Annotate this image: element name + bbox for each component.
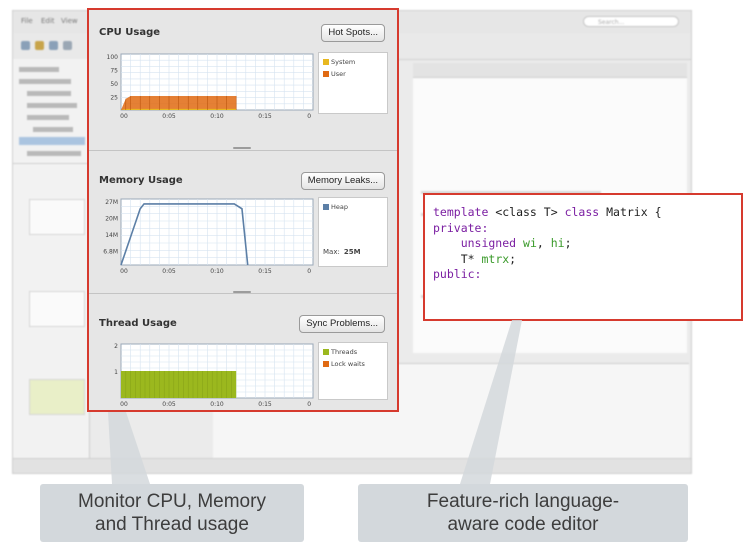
code-line: private:: [433, 221, 741, 237]
x-tick-label: 00: [120, 113, 128, 120]
y-tick-label: 20M: [105, 215, 118, 222]
code-token: ,: [536, 236, 551, 250]
x-tick-label: 0: [307, 113, 311, 120]
x-tick-label: 0:15: [258, 113, 272, 120]
memory-max-readout: Max: 25M: [323, 248, 361, 256]
y-tick-label: 100: [107, 54, 119, 61]
code-token: public:: [433, 267, 482, 281]
code-token: ;: [564, 236, 572, 250]
code-token: <class T>: [495, 205, 565, 219]
new-file-icon[interactable]: [21, 41, 30, 50]
caption-monitor-line1: Monitor CPU, Memory: [78, 491, 266, 512]
x-tick-label: 0:05: [162, 113, 176, 120]
hot-spots-button[interactable]: Hot Spots...: [321, 24, 385, 42]
cpu-usage-title: CPU Usage: [99, 27, 161, 38]
code-token: hi: [550, 236, 565, 250]
caption-editor-line2: aware code editor: [447, 514, 599, 535]
memory-usage-title: Memory Usage: [99, 175, 183, 186]
x-tick-label: 00: [120, 268, 128, 275]
code-token: template: [433, 205, 496, 219]
caption-monitor: Monitor CPU, Memory and Thread usage: [40, 484, 304, 542]
memory-legend: Heap Max: 25M: [318, 197, 388, 267]
profiler-panel: CPU Usage Hot Spots... 100 75 50 25 00 0:05 0:…: [87, 8, 399, 412]
legend-user: User: [323, 70, 346, 78]
y-tick-label: 6.8M: [103, 248, 118, 255]
y-tick-label: 14M: [105, 232, 118, 239]
cpu-usage-chart: 100 75 50 25 00 0:05 0:10 0:15 0: [107, 53, 314, 120]
editor-tabs: [413, 63, 687, 78]
thread-usage-title: Thread Usage: [99, 318, 177, 329]
caption-editor: Feature-rich language- aware code editor: [358, 484, 688, 542]
x-tick-label: 0:05: [162, 401, 176, 408]
thread-legend: Threads Lock waits: [318, 342, 388, 400]
code-line: public:: [433, 267, 741, 283]
code-token: mtrx: [481, 251, 510, 266]
project-navigator: [13, 59, 90, 471]
menu-edit[interactable]: Edit: [41, 17, 55, 25]
caption-editor-line1: Feature-rich language-: [426, 491, 620, 512]
x-tick-label: 0:05: [162, 268, 176, 275]
legend-user-swatch: [323, 71, 329, 77]
mini-cpu-chart: [29, 199, 85, 235]
x-tick-label: 0:10: [210, 401, 224, 408]
legend-lock-waits: Lock waits: [323, 360, 365, 368]
legend-threads: Threads: [323, 348, 357, 356]
code-line: unsigned wi, hi;: [433, 236, 741, 252]
x-tick-label: 0: [307, 268, 311, 275]
caption-monitor-line2: and Thread usage: [95, 514, 249, 535]
code-token: ;: [509, 251, 517, 266]
thread-usage-chart: 2 1 00 0:05 0:10 0:15 0: [114, 343, 314, 408]
x-tick-label: 0:15: [258, 268, 272, 275]
menu-file[interactable]: File: [21, 17, 33, 25]
thread-usage-section: Thread Usage Sync Problems... 2 1 00 0:05 0:…: [89, 294, 397, 410]
y-tick-label: 1: [114, 369, 118, 376]
code-token: Matrix {: [606, 205, 662, 219]
legend-heap-swatch: [323, 204, 329, 210]
mini-memory-chart: [29, 291, 85, 327]
cpu-legend: System User: [318, 52, 388, 114]
y-tick-label: 50: [110, 81, 118, 88]
legend-heap: Heap: [323, 203, 348, 211]
legend-system-swatch: [323, 59, 329, 65]
x-tick-label: 0:15: [258, 401, 272, 408]
code-line: template <class T> class Matrix {: [433, 205, 741, 221]
code-token: class: [564, 205, 607, 219]
memory-usage-section: Memory Usage Memory Leaks... 27M 20M 14M 6.…: [89, 151, 397, 293]
x-tick-label: 0:10: [210, 268, 224, 275]
cpu-usage-section: CPU Usage Hot Spots... 100 75 50 25 00 0:05 0:…: [89, 10, 397, 150]
tree-selected-item[interactable]: [19, 137, 85, 145]
legend-lock-waits-swatch: [323, 361, 329, 367]
x-tick-label: 0: [307, 401, 311, 408]
code-line: T* mtrx;: [433, 252, 741, 268]
sync-problems-button[interactable]: Sync Problems...: [299, 315, 385, 333]
code-editor-callout: template <class T> class Matrix {private…: [423, 193, 743, 321]
mini-thread-chart: [29, 379, 85, 415]
x-tick-label: 00: [120, 401, 128, 408]
y-tick-label: 75: [110, 68, 118, 75]
search-input[interactable]: Search...: [583, 16, 679, 27]
y-tick-label: 25: [110, 95, 118, 102]
menu-view[interactable]: View: [61, 17, 78, 25]
save-icon[interactable]: [49, 41, 58, 50]
memory-resize-grip[interactable]: [233, 291, 251, 293]
y-tick-label: 2: [114, 343, 118, 350]
y-tick-label: 27M: [105, 199, 118, 206]
ide-status-bar: [13, 458, 691, 473]
cpu-resize-grip[interactable]: [233, 147, 251, 149]
memory-usage-chart: 27M 20M 14M 6.8M 00 0:05 0:10 0:15 0: [103, 198, 314, 275]
code-token: unsigned: [433, 236, 524, 250]
x-tick-label: 0:10: [210, 113, 224, 120]
legend-threads-swatch: [323, 349, 329, 355]
code-token: private:: [433, 220, 489, 235]
open-folder-icon[interactable]: [35, 41, 44, 50]
memory-leaks-button[interactable]: Memory Leaks...: [300, 172, 385, 190]
legend-system: System: [323, 58, 355, 66]
print-icon[interactable]: [63, 41, 72, 50]
code-token: wi: [523, 236, 537, 250]
code-token: T*: [433, 251, 482, 266]
